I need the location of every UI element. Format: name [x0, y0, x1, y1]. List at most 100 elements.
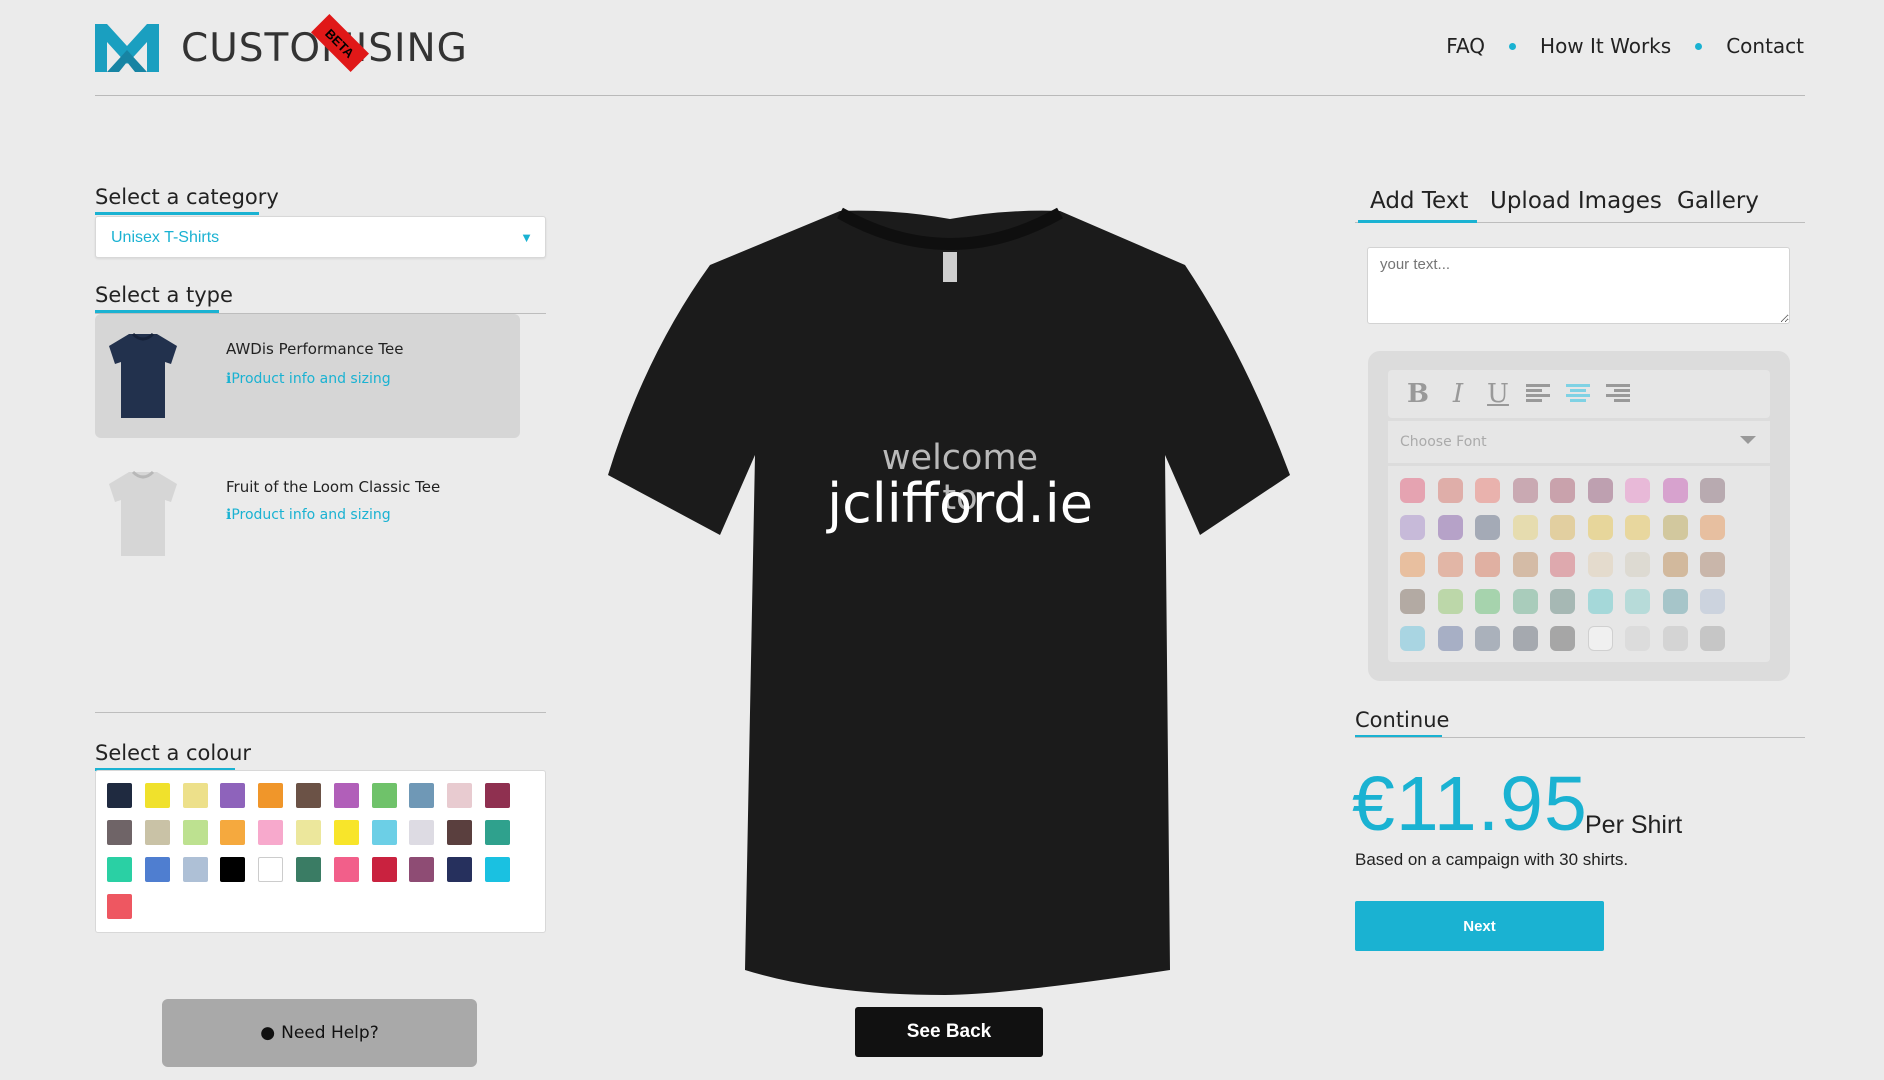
text-colour-swatch[interactable] [1512, 515, 1538, 540]
text-colour-swatch[interactable] [1587, 478, 1613, 503]
colour-swatch[interactable] [144, 857, 170, 882]
colour-swatch[interactable] [220, 783, 246, 808]
colour-swatch[interactable] [485, 783, 510, 808]
text-colour-swatch[interactable] [1512, 552, 1538, 577]
text-colour-swatch[interactable] [1625, 589, 1650, 614]
tab-gallery[interactable]: Gallery [1677, 188, 1759, 214]
colour-swatch[interactable] [144, 820, 170, 845]
text-colour-swatch[interactable] [1662, 478, 1688, 503]
logo-mark[interactable] [95, 24, 159, 72]
align-left-icon[interactable] [1518, 379, 1558, 409]
colour-swatch[interactable] [371, 857, 397, 882]
text-colour-swatch[interactable] [1512, 589, 1538, 614]
text-colour-swatch[interactable] [1700, 626, 1725, 651]
colour-swatch[interactable] [144, 783, 170, 808]
text-colour-swatch[interactable] [1700, 552, 1725, 577]
colour-swatch[interactable] [296, 783, 321, 808]
text-colour-swatch[interactable] [1437, 478, 1463, 503]
product-card-awdis[interactable]: AWDis Performance Tee ℹProduct info and … [95, 314, 520, 438]
colour-swatch[interactable] [182, 857, 208, 882]
colour-swatch[interactable] [447, 820, 473, 845]
text-colour-swatch[interactable] [1625, 478, 1650, 503]
colour-swatch[interactable] [333, 857, 359, 882]
text-colour-swatch[interactable] [1662, 515, 1688, 540]
text-colour-swatch[interactable] [1662, 626, 1688, 651]
nav-contact[interactable]: Contact [1726, 34, 1804, 58]
text-colour-swatch[interactable] [1550, 626, 1575, 651]
text-colour-swatch[interactable] [1625, 552, 1650, 577]
colour-swatch[interactable] [107, 857, 132, 882]
text-colour-swatch[interactable] [1700, 515, 1725, 540]
text-colour-swatch[interactable] [1550, 552, 1575, 577]
colour-swatch[interactable] [447, 783, 473, 808]
category-select[interactable]: Unisex T-Shirts ▼ [95, 216, 546, 258]
text-colour-swatch[interactable] [1587, 515, 1613, 540]
text-colour-swatch[interactable] [1550, 515, 1575, 540]
colour-swatch[interactable] [409, 857, 435, 882]
text-colour-swatch[interactable] [1400, 478, 1425, 503]
bold-icon[interactable]: B [1398, 379, 1438, 409]
text-colour-swatch[interactable] [1400, 626, 1425, 651]
colour-swatch[interactable] [182, 820, 208, 845]
text-colour-swatch[interactable] [1625, 515, 1650, 540]
colour-swatch[interactable] [371, 783, 397, 808]
italic-icon[interactable]: I [1438, 379, 1478, 409]
colour-swatch[interactable] [107, 783, 132, 808]
align-right-icon[interactable] [1598, 379, 1638, 409]
colour-swatch[interactable] [409, 783, 435, 808]
text-colour-swatch[interactable] [1400, 515, 1425, 540]
product-card-fruit-of-the-loom[interactable]: Fruit of the Loom Classic Tee ℹProduct i… [95, 452, 520, 576]
colour-swatch[interactable] [333, 783, 359, 808]
colour-swatch[interactable] [258, 783, 284, 808]
text-colour-swatch[interactable] [1437, 552, 1463, 577]
text-colour-swatch[interactable] [1437, 626, 1463, 651]
next-button[interactable]: Next [1355, 901, 1604, 951]
product-info-link[interactable]: ℹProduct info and sizing [226, 371, 391, 387]
text-colour-swatch[interactable] [1587, 626, 1613, 651]
custom-text-input[interactable] [1367, 247, 1790, 324]
colour-swatch[interactable] [485, 820, 510, 845]
text-colour-swatch[interactable] [1550, 589, 1575, 614]
colour-swatch[interactable] [182, 783, 208, 808]
text-colour-swatch[interactable] [1700, 478, 1725, 503]
text-colour-swatch[interactable] [1400, 552, 1425, 577]
text-colour-swatch[interactable] [1475, 589, 1500, 614]
nav-how-it-works[interactable]: How It Works [1540, 34, 1671, 58]
text-colour-swatch[interactable] [1437, 589, 1463, 614]
text-colour-swatch[interactable] [1625, 626, 1650, 651]
tab-add-text[interactable]: Add Text [1370, 188, 1468, 214]
shirt-text-line-2[interactable]: jclifford.ie [820, 472, 1100, 535]
colour-swatch[interactable] [107, 820, 132, 845]
colour-swatch[interactable] [107, 894, 132, 919]
colour-swatch[interactable] [409, 820, 435, 845]
colour-swatch[interactable] [333, 820, 359, 845]
product-info-link[interactable]: ℹProduct info and sizing [226, 507, 391, 523]
nav-faq[interactable]: FAQ [1446, 34, 1485, 58]
text-colour-swatch[interactable] [1550, 478, 1575, 503]
text-colour-swatch[interactable] [1512, 626, 1538, 651]
colour-swatch[interactable] [296, 820, 321, 845]
colour-swatch[interactable] [220, 857, 246, 882]
text-colour-swatch[interactable] [1662, 589, 1688, 614]
colour-swatch[interactable] [258, 820, 284, 845]
need-help-button[interactable]: ● Need Help? [162, 999, 477, 1067]
see-back-button[interactable]: See Back [855, 1007, 1043, 1057]
text-colour-swatch[interactable] [1587, 589, 1613, 614]
colour-swatch[interactable] [447, 857, 473, 882]
colour-swatch[interactable] [296, 857, 321, 882]
text-colour-swatch[interactable] [1475, 552, 1500, 577]
text-colour-swatch[interactable] [1700, 589, 1725, 614]
colour-swatch[interactable] [485, 857, 510, 882]
text-colour-swatch[interactable] [1437, 515, 1463, 540]
text-colour-swatch[interactable] [1400, 589, 1425, 614]
text-colour-swatch[interactable] [1512, 478, 1538, 503]
colour-swatch[interactable] [371, 820, 397, 845]
underline-icon[interactable]: U [1478, 379, 1518, 409]
font-select[interactable]: Choose Font [1388, 421, 1770, 463]
tab-upload-images[interactable]: Upload Images [1490, 188, 1662, 214]
text-colour-swatch[interactable] [1475, 478, 1500, 503]
text-colour-swatch[interactable] [1475, 626, 1500, 651]
colour-swatch[interactable] [220, 820, 246, 845]
text-colour-swatch[interactable] [1587, 552, 1613, 577]
colour-swatch[interactable] [258, 857, 284, 882]
